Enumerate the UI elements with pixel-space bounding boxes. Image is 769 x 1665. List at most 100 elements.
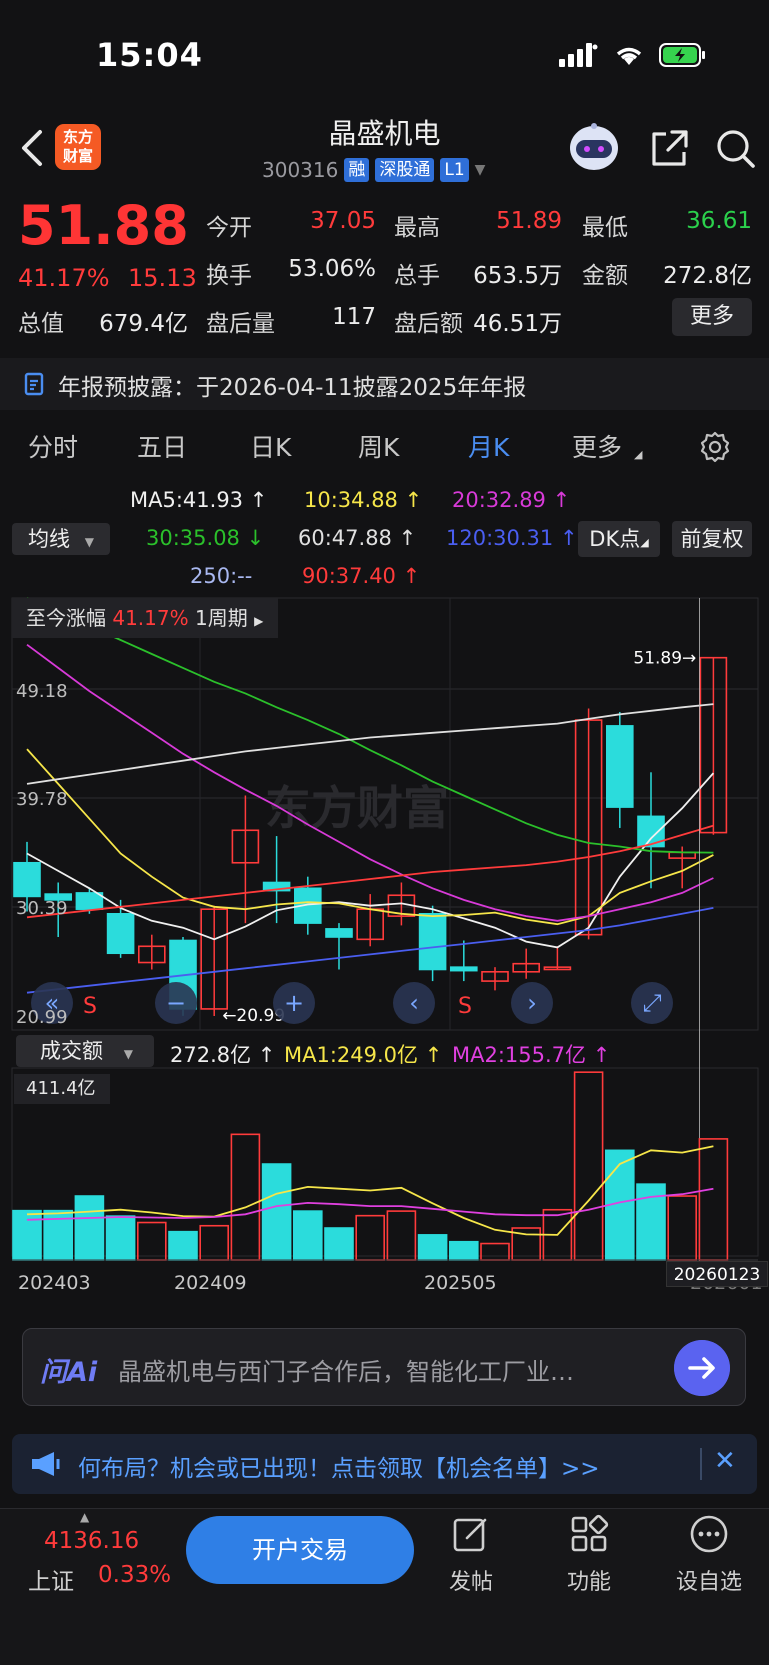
tab-intraday[interactable]: 分时 bbox=[28, 428, 78, 464]
last-price: 51.88 bbox=[18, 194, 189, 257]
change-amount: 15.13 bbox=[128, 264, 197, 292]
tag-level: L1 bbox=[440, 158, 469, 182]
volume-indicator-selector[interactable]: 成交额 ▼ bbox=[16, 1035, 154, 1067]
candle-down bbox=[75, 892, 104, 910]
change-percent: 41.17% bbox=[18, 264, 110, 292]
chart-control-icon: ‹ bbox=[409, 989, 419, 1017]
high-label: 最高 bbox=[394, 215, 440, 241]
period-unit: 1周期 bbox=[194, 606, 248, 630]
wifi-icon bbox=[616, 47, 642, 65]
candle-down bbox=[325, 928, 353, 938]
more-quote-button[interactable]: 更多 bbox=[672, 298, 752, 336]
nav-post-label: 发帖 bbox=[448, 1570, 493, 1595]
search-icon[interactable] bbox=[715, 128, 757, 170]
tab-daily-k[interactable]: 日K bbox=[250, 428, 291, 464]
notice-text: 年报预披露：于2026-04-11披露2025年年报 bbox=[58, 375, 527, 401]
amount-label: 金额 bbox=[582, 263, 628, 289]
chart-control-icon: − bbox=[166, 989, 186, 1017]
volume-bar-down bbox=[74, 1195, 105, 1261]
dk-point-button[interactable]: DK点◢ bbox=[578, 521, 660, 557]
nav-add-watchlist[interactable]: 设自选 bbox=[664, 1514, 754, 1596]
index-name[interactable]: 上证 bbox=[28, 1562, 74, 1596]
robot-assistant-icon[interactable] bbox=[566, 120, 622, 172]
period-gain-value: 41.17% bbox=[112, 606, 189, 630]
promo-banner-text[interactable]: 何布局？机会或已出现！点击领取【机会名单】>> bbox=[78, 1449, 600, 1483]
tag-connect: 深股通 bbox=[375, 158, 435, 182]
period-gain-box[interactable]: 至今涨幅 41.17% 1周期 ▶ bbox=[12, 598, 278, 638]
status-time: 15:04 bbox=[96, 36, 203, 74]
banner-close-icon[interactable]: ✕ bbox=[714, 1446, 736, 1476]
battery-icon bbox=[659, 43, 705, 67]
share-icon[interactable] bbox=[648, 128, 690, 170]
y-tick-4: 20.99 bbox=[16, 1007, 68, 1028]
period-arrow-icon: ▶ bbox=[254, 614, 264, 628]
high-value: 51.89 bbox=[496, 208, 562, 234]
period-gain-label: 至今涨幅 bbox=[26, 606, 106, 630]
ma10-value: 10:34.88 ↑ bbox=[304, 488, 423, 512]
volume-bar-down bbox=[417, 1234, 448, 1261]
x-label-3: 202505 bbox=[424, 1272, 497, 1294]
tab-weekly-k[interactable]: 周K bbox=[358, 428, 399, 464]
turnover-label: 换手 bbox=[206, 263, 252, 289]
volume-bar-up bbox=[667, 1195, 698, 1261]
low-value: 36.61 bbox=[686, 208, 752, 234]
price-adjust-button[interactable]: 前复权 bbox=[672, 521, 752, 557]
ask-ai-prompt[interactable]: 晶盛机电与西门子合作后，智能化工厂业… bbox=[118, 1352, 638, 1387]
index-value[interactable]: 4136.16 bbox=[44, 1528, 139, 1554]
y-tick-3: 30.39 bbox=[16, 898, 68, 919]
tab-five-day[interactable]: 五日 bbox=[137, 428, 187, 464]
volume-bar-down bbox=[105, 1215, 136, 1261]
open-account-trade-button[interactable]: 开户交易 bbox=[186, 1516, 414, 1584]
banner-divider bbox=[700, 1448, 702, 1480]
volume-bar-up bbox=[355, 1214, 386, 1261]
tab-more[interactable]: 更多 bbox=[572, 428, 622, 464]
volume-value: 653.5万 bbox=[473, 263, 562, 289]
volume-max-label: 411.4亿 bbox=[14, 1074, 110, 1104]
dk-point-label: DK点 bbox=[589, 527, 641, 551]
ma20-value: 20:32.89 ↑ bbox=[452, 488, 571, 512]
after-hours-amount-label: 盘后额 bbox=[394, 311, 463, 337]
candle-down bbox=[605, 725, 634, 808]
chart-control-icon: ⤢ bbox=[642, 989, 661, 1017]
more-circle-icon bbox=[690, 1515, 728, 1553]
expand-up-icon[interactable]: ▲ bbox=[80, 1510, 89, 1524]
ma30-value: 30:35.08 ↓ bbox=[146, 526, 265, 550]
nav-add-watchlist-label: 设自选 bbox=[675, 1570, 742, 1595]
kline-chart[interactable]: 东方财富51.89→←20.99« − + ‹ › ⤢S S bbox=[0, 592, 769, 1312]
dropdown-caret-icon: ▼ bbox=[84, 535, 94, 549]
tab-more-corner-icon: ◢ bbox=[634, 448, 643, 461]
ma-selector[interactable]: 均线 ▼ bbox=[12, 523, 110, 555]
ma120-value: 120:30.31 ↑ bbox=[446, 526, 578, 550]
volume-bar-up bbox=[386, 1210, 417, 1261]
amount-value: 272.8亿 bbox=[663, 263, 752, 289]
open-value: 37.05 bbox=[310, 208, 376, 234]
candle-down bbox=[418, 913, 447, 971]
stock-code-row[interactable]: 300316 融 深股通 L1 ▼ bbox=[262, 158, 485, 182]
settings-gear-icon[interactable] bbox=[698, 430, 732, 464]
nav-functions[interactable]: 功能 bbox=[544, 1514, 634, 1596]
signal-icon bbox=[559, 43, 598, 67]
volume-bar-up bbox=[698, 1138, 729, 1261]
nav-post[interactable]: 发帖 bbox=[426, 1514, 516, 1596]
functions-grid-icon bbox=[571, 1514, 609, 1552]
market-cap-value: 679.4亿 bbox=[99, 311, 188, 337]
volume-bar-up bbox=[230, 1133, 261, 1261]
tab-monthly-k[interactable]: 月K bbox=[468, 428, 509, 464]
volume-bar-up bbox=[573, 1071, 604, 1261]
volume-bar-down bbox=[292, 1210, 323, 1261]
volume-bar-down bbox=[261, 1163, 292, 1261]
sell-marker: S bbox=[458, 994, 472, 1019]
index-change-percent[interactable]: 0.33% bbox=[98, 1562, 171, 1588]
volume-ma1: MA1:249.0亿 ↑ bbox=[284, 1043, 443, 1067]
ask-ai-submit-icon[interactable] bbox=[674, 1340, 730, 1396]
volume-bar-up bbox=[137, 1221, 167, 1261]
dk-corner-icon: ◢ bbox=[640, 536, 649, 549]
chart-control-icon: + bbox=[284, 989, 304, 1017]
crosshair-date: 20260123 bbox=[666, 1261, 768, 1287]
volume-current: 272.8亿 ↑ bbox=[170, 1043, 276, 1067]
open-label: 今开 bbox=[206, 215, 252, 241]
nav-functions-label: 功能 bbox=[566, 1570, 611, 1595]
edit-post-icon bbox=[453, 1518, 487, 1552]
turnover-value: 53.06% bbox=[288, 256, 376, 282]
ma90-value: 90:37.40 ↑ bbox=[302, 564, 421, 588]
